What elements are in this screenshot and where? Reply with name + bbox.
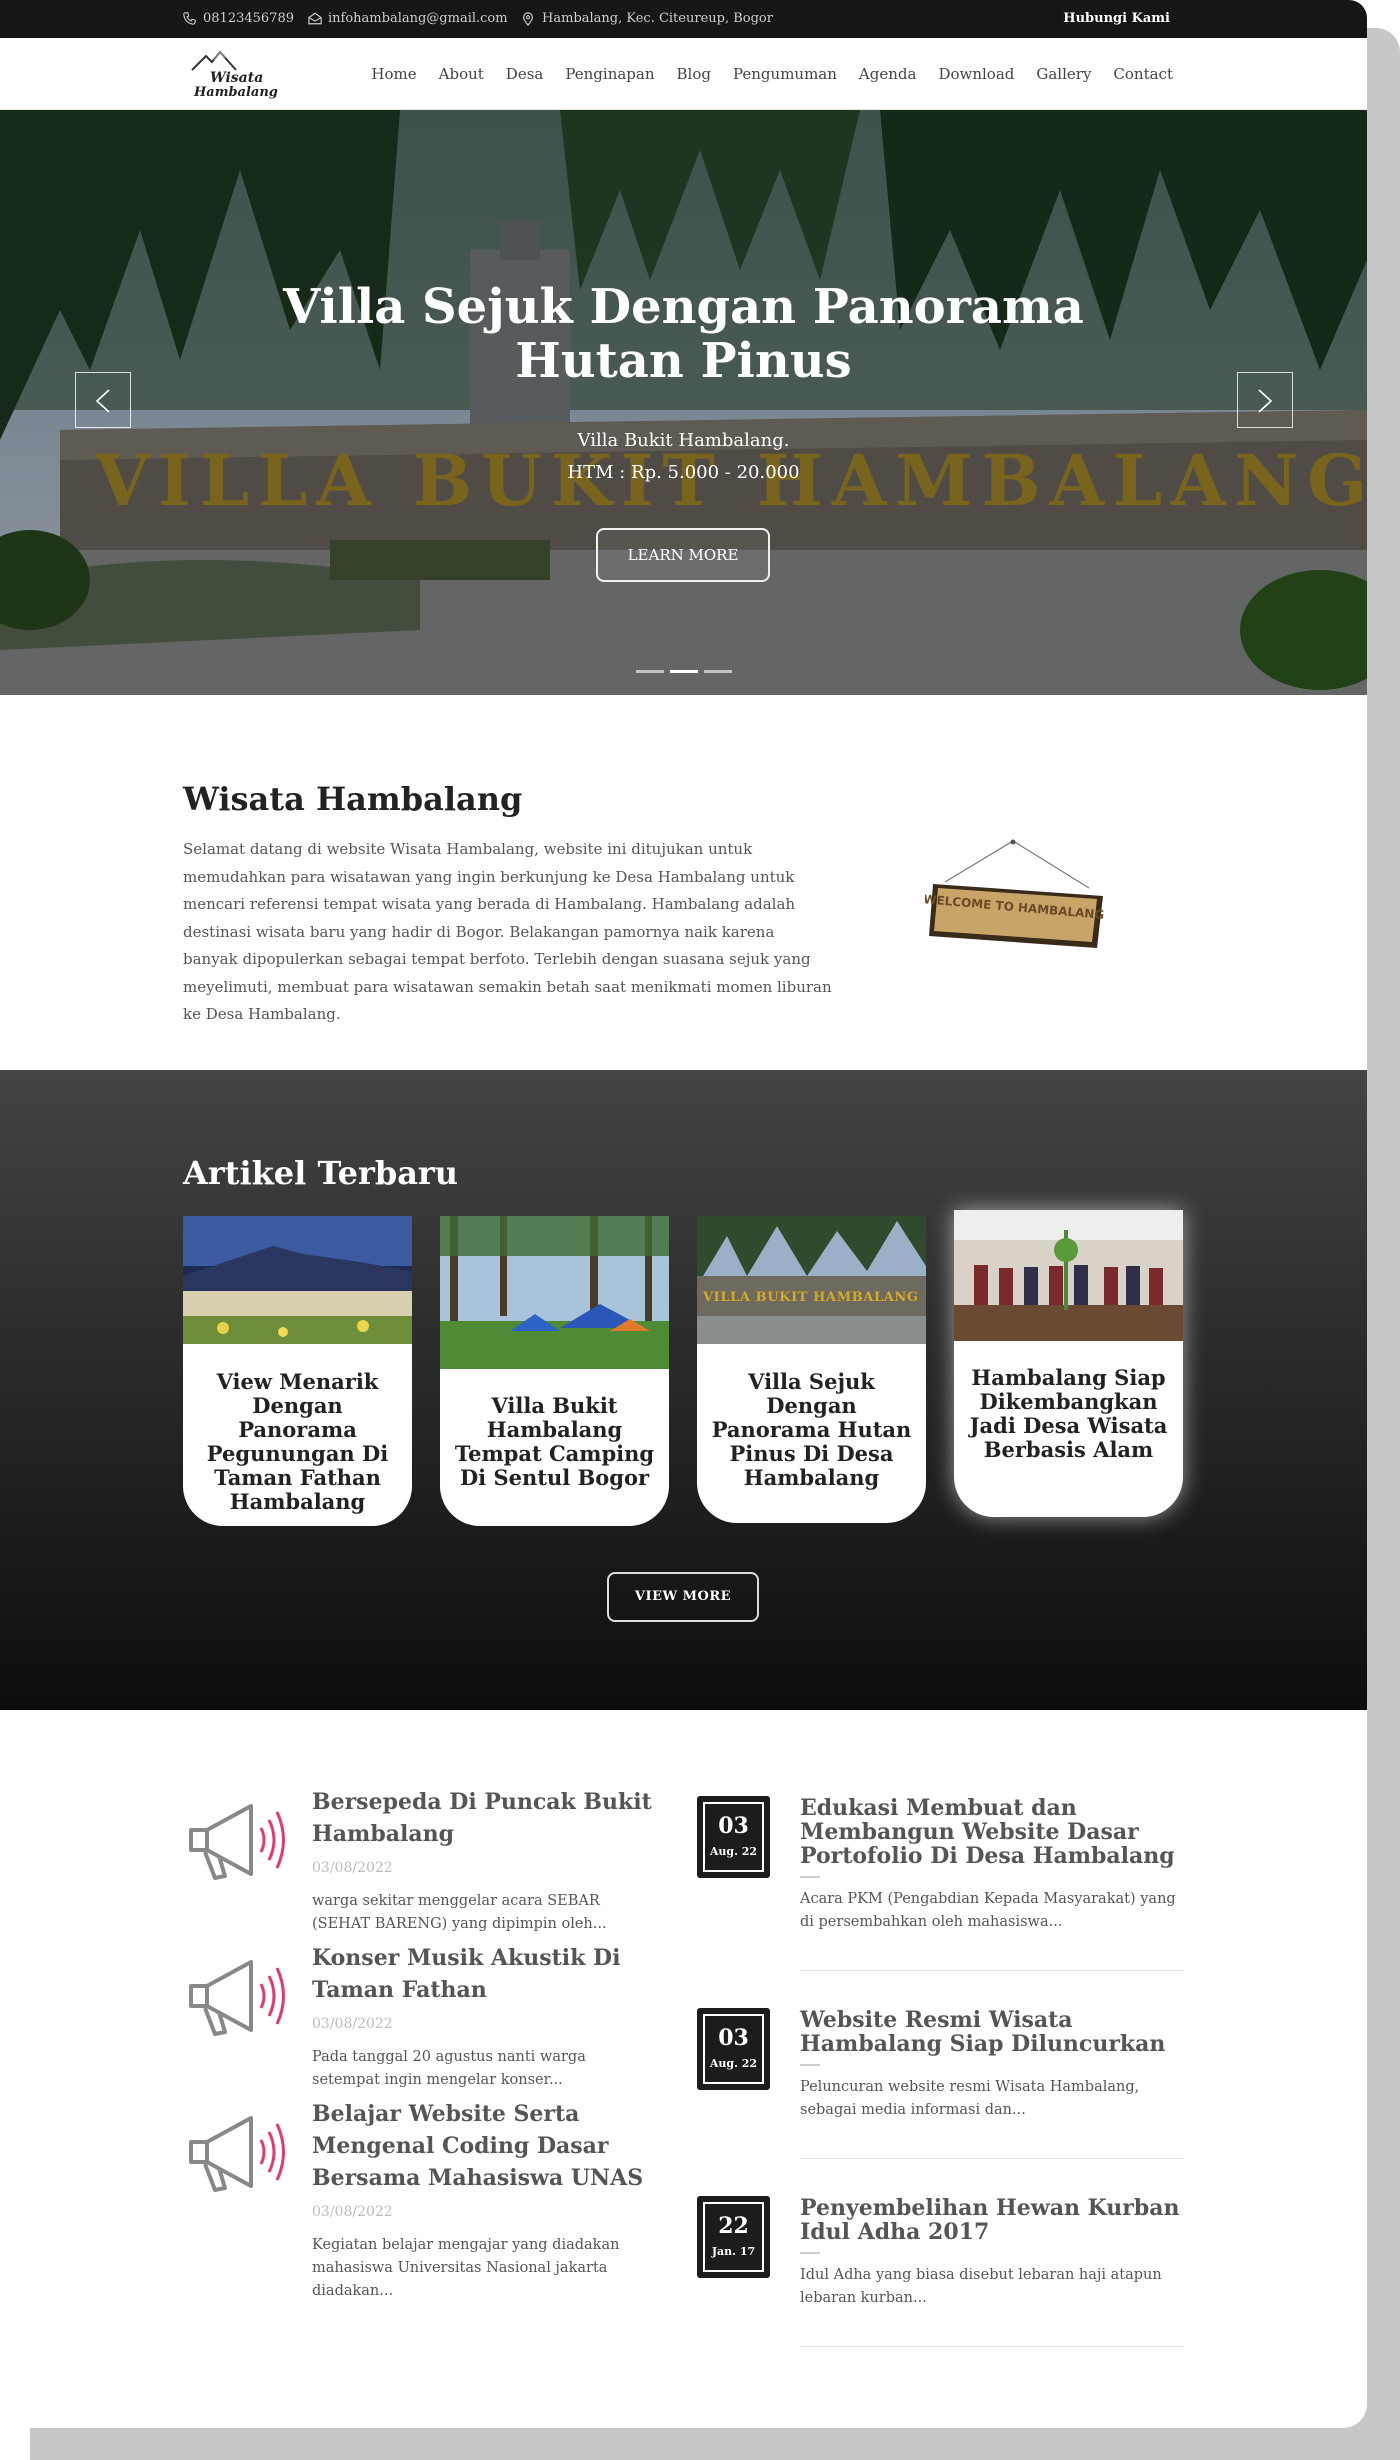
date-day: 03 (718, 1813, 749, 1839)
welcome-sign-image: WELCOME TO HAMBALANG (925, 839, 1105, 948)
megaphone-icon (189, 1960, 285, 2036)
articles-section: Artikel Terbaru View Menarik Dengan Pano… (0, 1070, 1367, 1710)
article-thumbnail (954, 1210, 1183, 1341)
agenda-desc: Peluncuran website resmi Wisata Hambalan… (800, 2079, 1140, 2118)
article-title: Villa Sejuk Dengan Panorama Hutan Pinus … (711, 1369, 912, 1490)
date-day: 03 (718, 2025, 749, 2051)
contact-link[interactable]: Hubungi Kami (1063, 0, 1170, 38)
hero-slider: VILLA BUKIT HAMBALANG Villa Sejuk Dengan… (0, 110, 1367, 695)
article-title: Villa Bukit Hambalang Tempat Camping Di … (454, 1393, 655, 1490)
page: 08123456789 infohambalang@gmail.com Hamb… (0, 0, 1367, 2428)
date-month: Aug. 22 (709, 1845, 758, 1858)
announcement-desc: warga sekitar menggelar acara SEBAR (SEH… (312, 1893, 607, 1932)
view-more-button[interactable]: VIEW MORE (607, 1572, 759, 1622)
logo-line1: Wisata (210, 70, 263, 86)
top-bar: 08123456789 infohambalang@gmail.com Hamb… (0, 0, 1367, 38)
announcement-desc: Pada tanggal 20 agustus nanti warga sete… (312, 2049, 586, 2088)
slider-indicators (636, 670, 738, 673)
nav-contact[interactable]: Contact (1113, 65, 1173, 83)
agenda-desc: Idul Adha yang biasa disebut lebaran haj… (800, 2267, 1162, 2306)
phone-text: 08123456789 (203, 11, 294, 26)
date-badge: 03 Aug. 22 (697, 2008, 770, 2090)
phone-link[interactable]: 08123456789 (183, 0, 294, 38)
hero-overlay (0, 110, 1367, 695)
nav-gallery[interactable]: Gallery (1036, 65, 1091, 83)
agenda-title[interactable]: Penyembelihan Hewan Kurban Idul Adha 201… (800, 2196, 1184, 2244)
date-badge: 22 Jan. 17 (697, 2196, 770, 2278)
phone-icon (183, 12, 196, 25)
article-title: Hambalang Siap Dikembangkan Jadi Desa Wi… (969, 1365, 1168, 1462)
article-thumbnail: VILLA BUKIT HAMBALANG (697, 1216, 926, 1344)
nav-agenda[interactable]: Agenda (859, 65, 917, 83)
agenda-title[interactable]: Website Resmi Wisata Hambalang Siap Dilu… (800, 2008, 1184, 2056)
divider (800, 2346, 1184, 2347)
article-thumbnail (440, 1216, 669, 1369)
divider (800, 2158, 1184, 2159)
address-link[interactable]: Hambalang, Kec. Citeureup, Bogor (522, 0, 773, 38)
article-card[interactable]: Villa Bukit Hambalang Tempat Camping Di … (440, 1216, 669, 1526)
announcement-date: 03/08/2022 (312, 2016, 393, 2032)
nav-blog[interactable]: Blog (677, 65, 711, 83)
article-title: View Menarik Dengan Panorama Pegunungan … (206, 1369, 389, 1514)
logo-line2: Hambalang (193, 85, 278, 100)
nav-home[interactable]: Home (371, 65, 416, 83)
article-thumbnail (183, 1216, 412, 1344)
main-menu: Home About Desa Penginapan Blog Pengumum… (349, 38, 1173, 110)
megaphone-icon (189, 2116, 285, 2192)
title-underline (800, 1876, 820, 1878)
date-badge: 03 Aug. 22 (697, 1796, 770, 1878)
article-card[interactable]: View Menarik Dengan Panorama Pegunungan … (183, 1216, 412, 1526)
navbar: Wisata Hambalang Home About Desa Pengina… (0, 38, 1367, 110)
agenda-title[interactable]: Edukasi Membuat dan Membangun Website Da… (800, 1796, 1184, 1868)
about-title: Wisata Hambalang (183, 780, 523, 818)
slide-indicator-2[interactable] (670, 670, 698, 673)
slide-indicator-1[interactable] (636, 670, 664, 673)
announcement-desc: Kegiatan belajar mengajar yang diadakan … (312, 2237, 620, 2299)
chevron-left-icon (95, 389, 110, 413)
learn-more-button[interactable]: LEARN MORE (596, 528, 770, 582)
about-text: Selamat datang di website Wisata Hambala… (183, 840, 832, 1023)
announcement-title[interactable]: Belajar Website Serta Mengenal Coding Da… (312, 2098, 672, 2194)
title-underline (800, 2064, 820, 2066)
card-sign-text: VILLA BUKIT HAMBALANG (702, 1290, 918, 1305)
announcement-date: 03/08/2022 (312, 1860, 393, 1876)
logo-mountain-icon: Wisata Hambalang (191, 50, 278, 100)
location-pin-icon (523, 12, 533, 26)
date-month: Jan. 17 (711, 2245, 756, 2258)
nav-about[interactable]: About (439, 65, 484, 83)
mail-icon (308, 12, 322, 25)
nav-desa[interactable]: Desa (506, 65, 544, 83)
divider (800, 1970, 1184, 1971)
announcement-date: 03/08/2022 (312, 2204, 393, 2220)
announcement-title[interactable]: Bersepeda Di Puncak Bukit Hambalang (312, 1786, 672, 1850)
announcement-title[interactable]: Konser Musik Akustik Di Taman Fathan (312, 1942, 672, 2006)
hero-price: HTM : Rp. 5.000 - 20.000 (567, 462, 800, 483)
slide-indicator-3[interactable] (704, 670, 732, 673)
email-text: infohambalang@gmail.com (328, 11, 508, 26)
title-underline (800, 2252, 820, 2254)
nav-penginapan[interactable]: Penginapan (565, 65, 654, 83)
date-day: 22 (718, 2213, 749, 2239)
article-card[interactable]: Hambalang Siap Dikembangkan Jadi Desa Wi… (954, 1210, 1183, 1517)
agenda-desc: Acara PKM (Pengabdian Kepada Masyarakat)… (800, 1891, 1176, 1930)
site-logo[interactable]: Wisata Hambalang (190, 48, 286, 100)
article-card[interactable]: VILLA BUKIT HAMBALANG Villa Sejuk Dengan… (697, 1216, 926, 1523)
articles-title: Artikel Terbaru (183, 1154, 459, 1192)
date-month: Aug. 22 (709, 2057, 758, 2070)
megaphone-icon (189, 1804, 285, 1880)
hero-subtitle: Villa Bukit Hambalang. (577, 430, 790, 451)
nav-download[interactable]: Download (938, 65, 1014, 83)
email-link[interactable]: infohambalang@gmail.com (308, 0, 508, 38)
address-text: Hambalang, Kec. Citeureup, Bogor (542, 11, 773, 26)
chevron-right-icon (1258, 389, 1273, 413)
nav-pengumuman[interactable]: Pengumuman (733, 65, 837, 83)
hero-title: Villa Sejuk Dengan Panorama Hutan Pinus (283, 279, 1084, 389)
